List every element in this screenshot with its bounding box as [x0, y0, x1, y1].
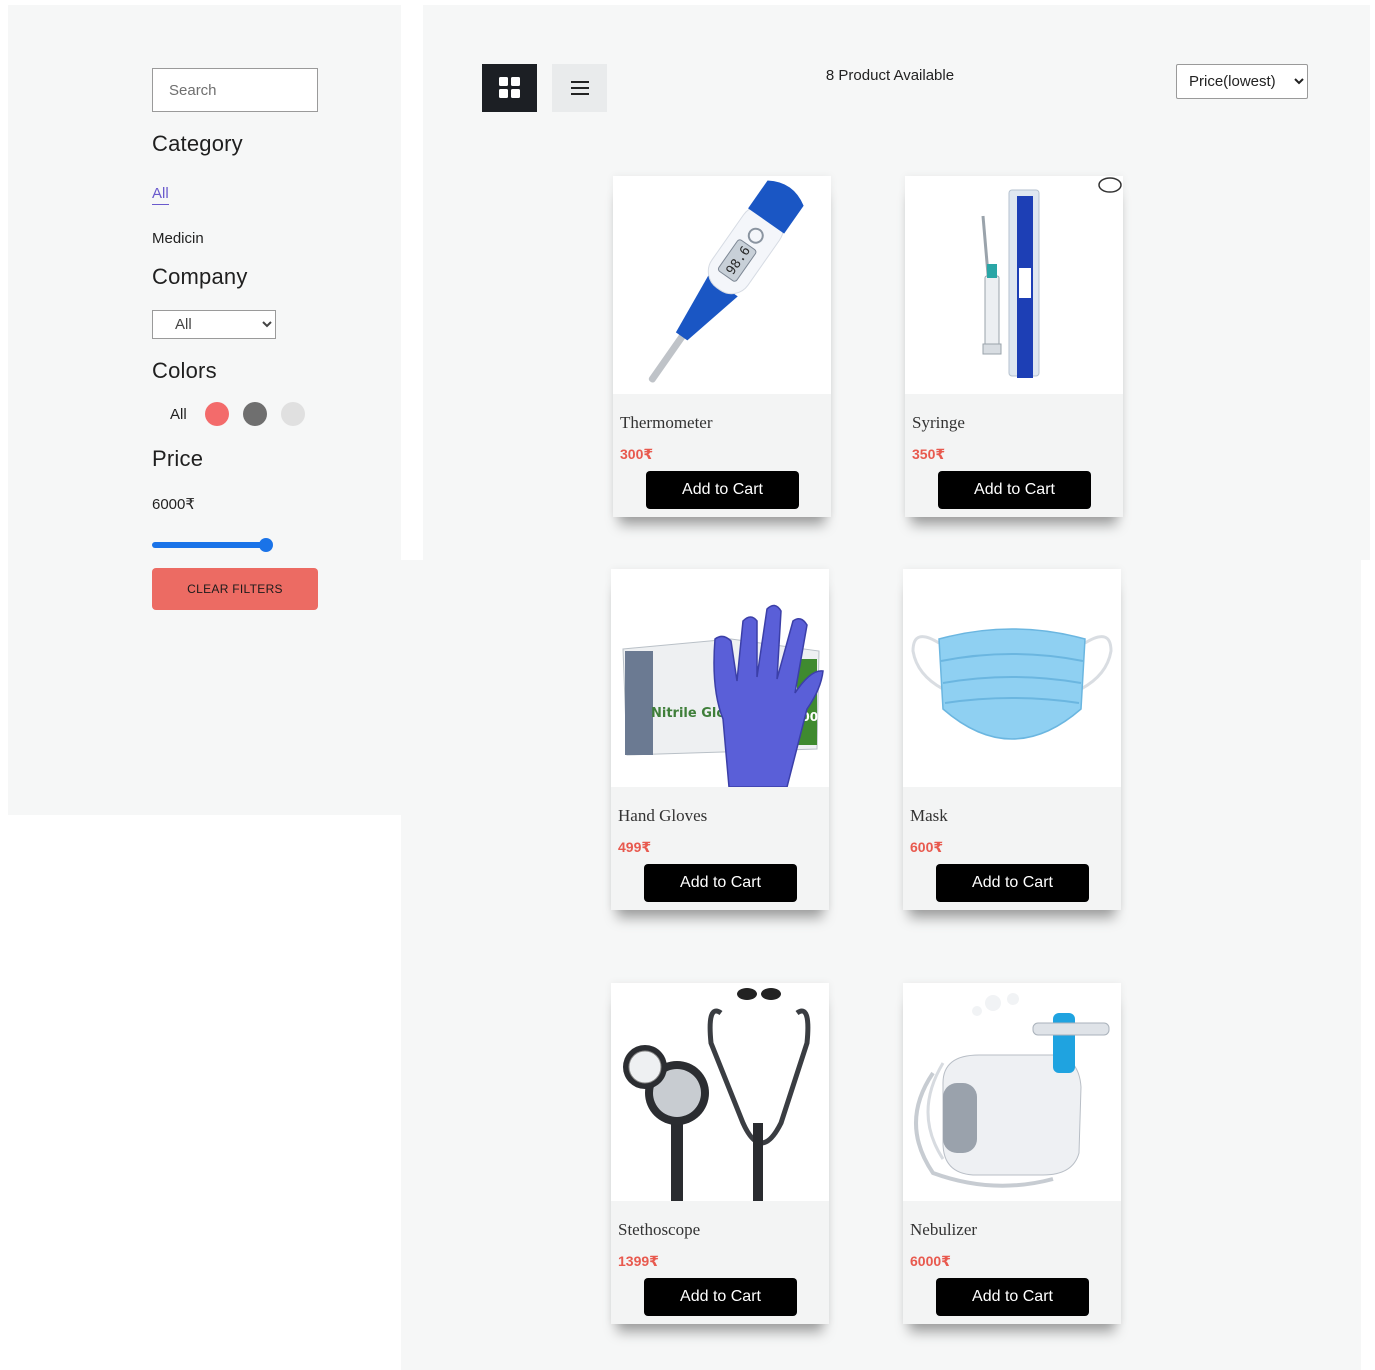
product-card[interactable]: Nitrile Glove 100 Hand Gloves 499₹ Add t… — [611, 569, 829, 910]
products-panel-bottom — [401, 560, 1361, 1370]
add-to-cart-button[interactable]: Add to Cart — [936, 864, 1089, 902]
clear-filters-button[interactable]: CLEAR FILTERS — [152, 568, 318, 610]
product-image[interactable]: Nitrile Glove 100 — [611, 569, 829, 787]
product-price: 6000₹ — [910, 1253, 951, 1269]
add-to-cart-button[interactable]: Add to Cart — [644, 864, 797, 902]
product-image[interactable] — [611, 983, 829, 1201]
product-card[interactable]: Mask 600₹ Add to Cart — [903, 569, 1121, 910]
color-swatch-red[interactable] — [204, 402, 229, 426]
price-slider-thumb[interactable] — [259, 538, 273, 552]
thermometer-image: 98.6 — [648, 180, 804, 383]
category-heading: Category — [152, 131, 243, 156]
page-root: Category All Medicin Company All Colors … — [0, 0, 1375, 1370]
add-to-cart-button[interactable]: Add to Cart — [936, 1278, 1089, 1316]
product-price: 300₹ — [620, 446, 654, 462]
color-swatch-light[interactable] — [280, 402, 305, 426]
mask-image — [911, 628, 1113, 740]
product-card[interactable]: 98.6 Thermometer 300₹ Add to Cart — [613, 176, 831, 517]
stethoscope-image — [623, 988, 811, 1201]
product-image[interactable] — [903, 569, 1121, 787]
category-item-all[interactable]: All — [152, 185, 169, 205]
add-to-cart-button[interactable]: Add to Cart — [646, 471, 799, 509]
price-slider[interactable] — [152, 538, 276, 552]
product-image[interactable]: 98.6 — [613, 176, 831, 394]
company-select[interactable]: All — [152, 310, 276, 339]
product-name: Nebulizer — [910, 1220, 978, 1239]
product-card[interactable]: Stethoscope 1399₹ Add to Cart — [611, 983, 829, 1324]
sort-select[interactable]: Price(lowest) — [1176, 64, 1308, 99]
product-name: Syringe — [912, 413, 965, 432]
add-to-cart-button[interactable]: Add to Cart — [644, 1278, 797, 1316]
price-heading: Price — [152, 446, 204, 471]
product-image[interactable] — [903, 983, 1121, 1201]
category-item-medicin[interactable]: Medicin — [152, 230, 204, 247]
colors-heading: Colors — [152, 358, 217, 383]
company-heading: Company — [152, 264, 248, 289]
product-price: 499₹ — [618, 839, 652, 855]
syringe-image — [981, 177, 1122, 378]
color-filter: All — [170, 402, 305, 426]
price-slider-track — [152, 542, 266, 548]
product-name: Stethoscope — [618, 1220, 701, 1239]
search-input[interactable] — [152, 68, 318, 112]
nebulizer-image — [914, 993, 1110, 1188]
list-view-icon — [570, 81, 589, 95]
product-name: Thermometer — [620, 413, 713, 432]
grid-view-button[interactable] — [482, 64, 537, 112]
product-price: 350₹ — [912, 446, 946, 462]
gloves-image: Nitrile Glove 100 — [622, 604, 824, 787]
product-name: Mask — [910, 806, 948, 825]
price-value: 6000₹ — [152, 496, 195, 513]
product-price: 1399₹ — [618, 1253, 659, 1269]
product-count: 8 Product Available — [825, 67, 955, 84]
product-card[interactable]: Nebulizer 6000₹ Add to Cart — [903, 983, 1121, 1324]
product-card[interactable]: Syringe 350₹ Add to Cart — [905, 176, 1123, 517]
product-image[interactable] — [905, 176, 1123, 394]
product-price: 600₹ — [910, 839, 944, 855]
color-swatch-gray[interactable] — [242, 402, 267, 426]
color-all-option[interactable]: All — [170, 406, 187, 423]
grid-view-icon — [498, 77, 520, 98]
add-to-cart-button[interactable]: Add to Cart — [938, 471, 1091, 509]
list-view-button[interactable] — [552, 64, 607, 112]
product-name: Hand Gloves — [618, 806, 708, 825]
